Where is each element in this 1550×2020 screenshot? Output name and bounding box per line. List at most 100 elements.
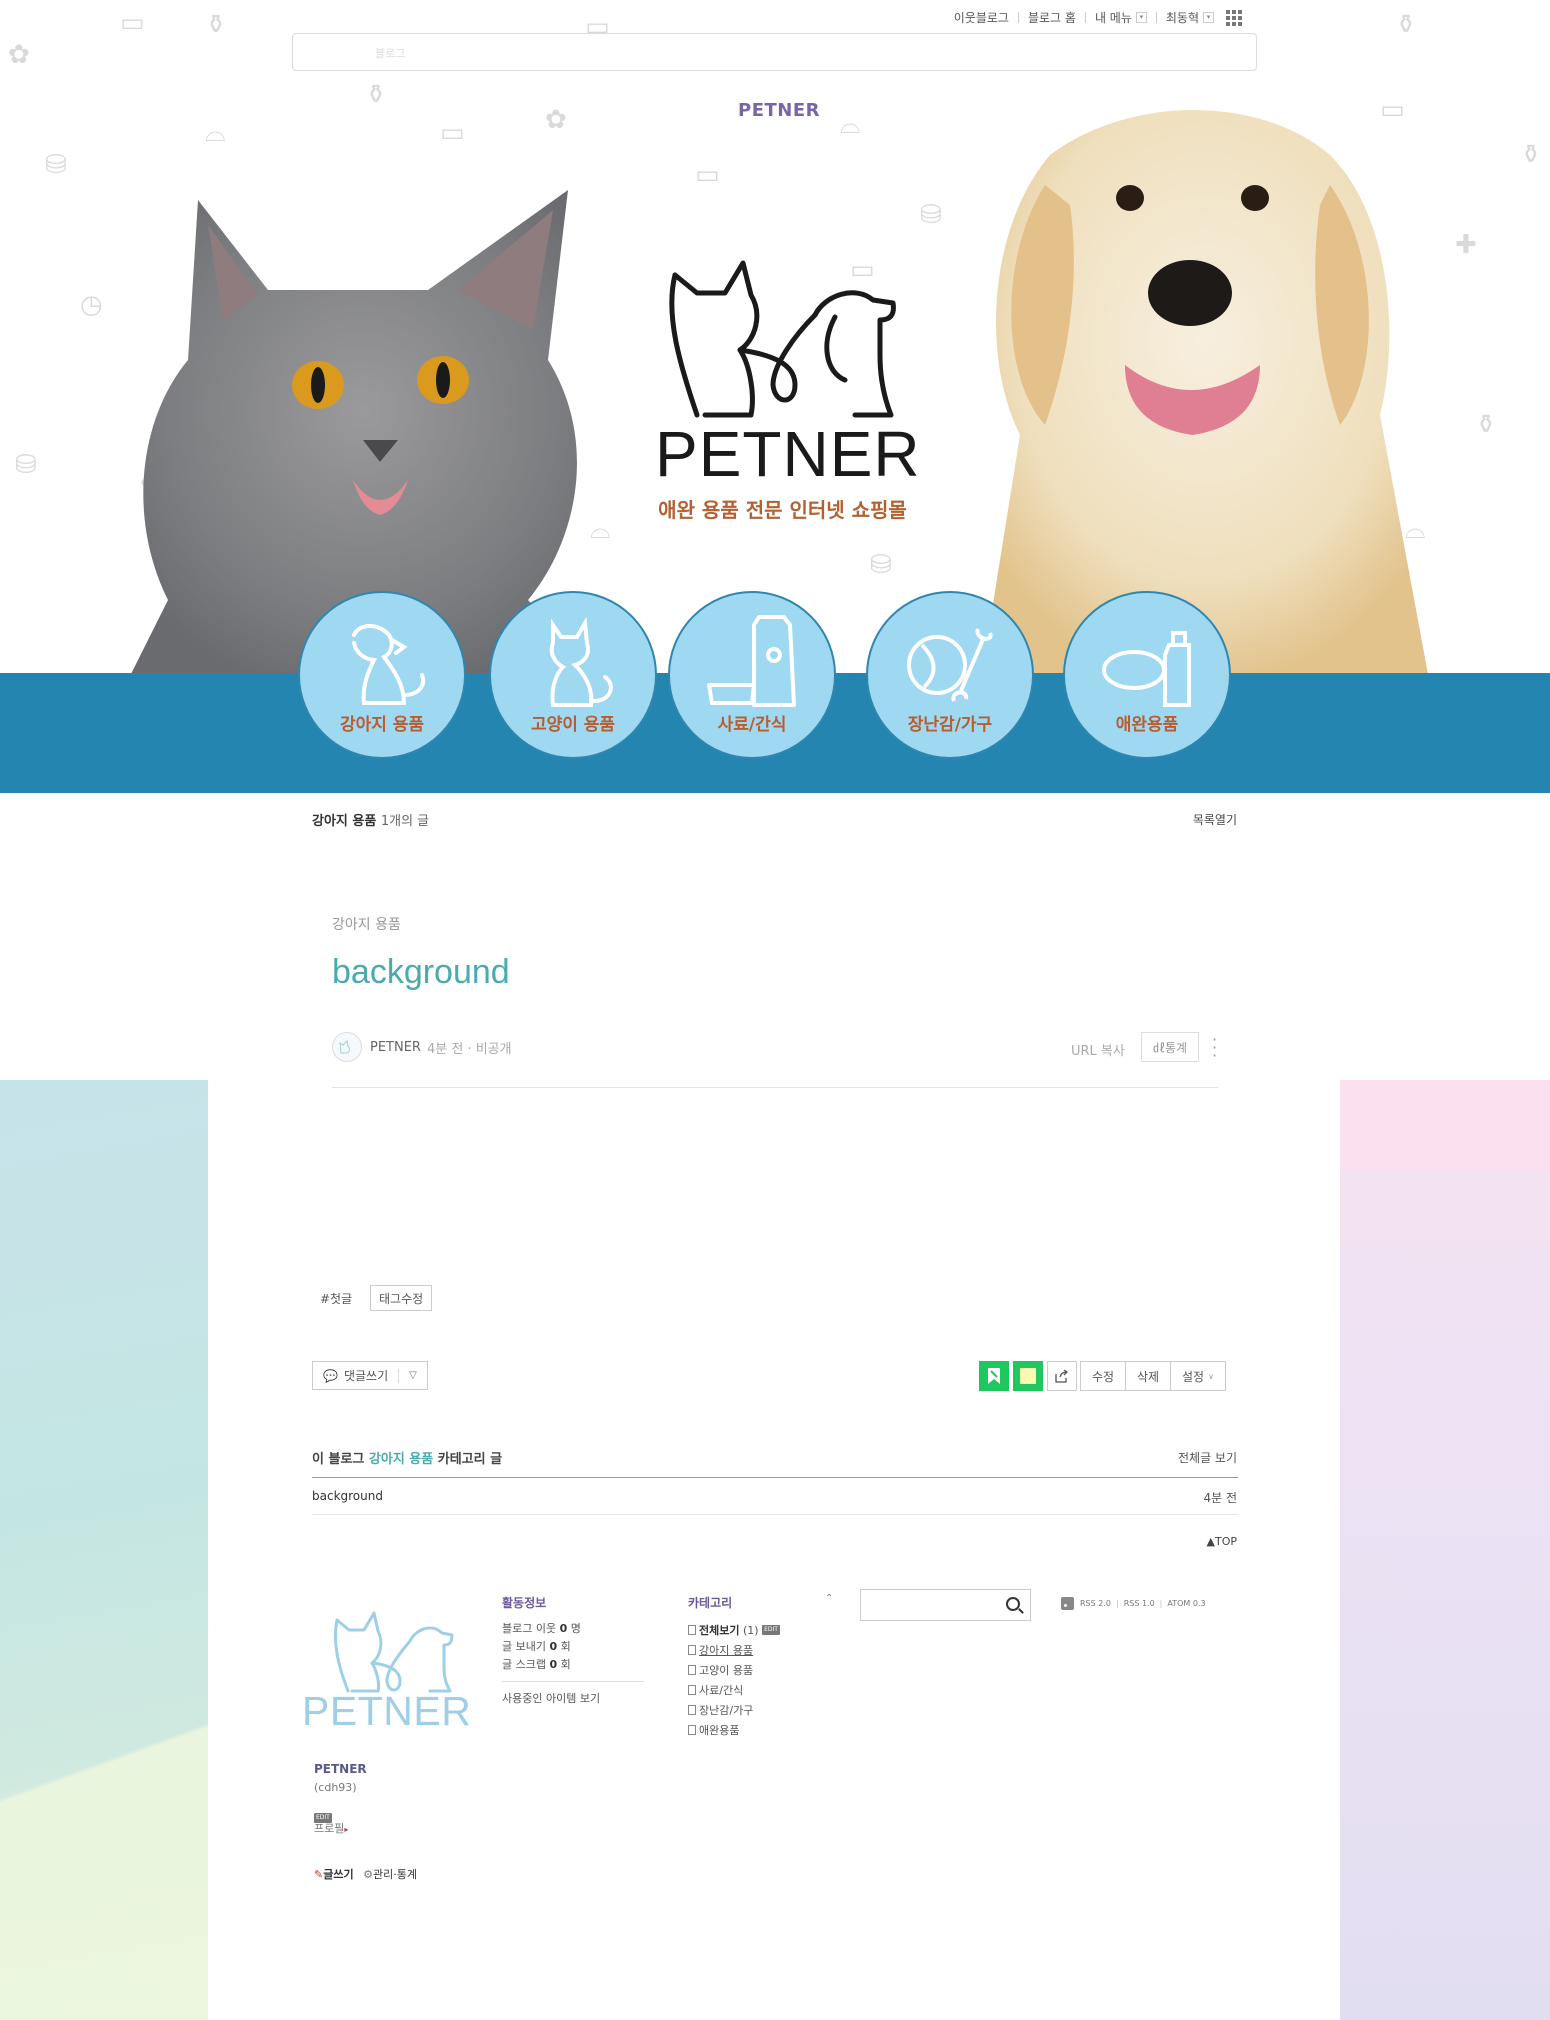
share-button[interactable] xyxy=(1047,1361,1077,1391)
category-circle-supplies[interactable]: 애완용품 xyxy=(1063,591,1231,759)
write-comment-button[interactable]: 💬 댓글쓰기 ▽ xyxy=(312,1361,428,1390)
delete-post-button[interactable]: 삭제 xyxy=(1125,1361,1171,1391)
document-icon xyxy=(688,1725,696,1735)
category-circle-cat[interactable]: 고양이 용품 xyxy=(489,591,657,759)
category-circle-dog[interactable]: 강아지 용품 xyxy=(298,591,466,759)
category-item-all[interactable]: 전체보기 (1) EDIT xyxy=(688,1620,780,1640)
dog-photo xyxy=(980,110,1430,685)
bone-icon: ▭ xyxy=(695,160,720,190)
left-background-panel xyxy=(0,1080,208,2020)
bookmark-icon xyxy=(988,1368,1000,1384)
pet-food-icon xyxy=(707,615,796,707)
search-icon[interactable] xyxy=(1006,1597,1020,1611)
profile-link[interactable]: 프로필▸ xyxy=(314,1820,348,1836)
current-category: 강아지 용품 xyxy=(312,814,377,829)
gear-icon: ⚙ xyxy=(363,1868,373,1881)
category-item[interactable]: 장난감/가구 xyxy=(688,1700,780,1720)
settings-label: 설정 xyxy=(1182,1369,1205,1384)
neighbor-blog-link[interactable]: 이웃블로그 xyxy=(954,9,1009,26)
write-manage-links: ✎글쓰기 ⚙관리·통계 xyxy=(314,1866,417,1882)
related-suffix: 카테고리 글 xyxy=(437,1452,503,1467)
rss2-link[interactable]: RSS 2.0 xyxy=(1080,1599,1111,1608)
manage-stats-link[interactable]: 관리·통계 xyxy=(373,1868,417,1881)
blog-home-link[interactable]: 블로그 홈 xyxy=(1028,9,1076,26)
bottle-icon: ⚱ xyxy=(1475,410,1497,440)
profile-logo-text: PETNER xyxy=(302,1688,472,1734)
more-options-icon[interactable]: · · · xyxy=(1212,1032,1217,1064)
divider xyxy=(1155,12,1157,23)
bowl-icon: ⌓ xyxy=(205,118,226,148)
divider xyxy=(332,1087,1218,1088)
category-item[interactable]: 강아지 용품 xyxy=(688,1640,780,1660)
activity-stats: 블로그 이웃 0 명 글 보내기 0 회 글 스크랩 0 회 xyxy=(502,1620,581,1674)
scroll-top-link[interactable]: ▲TOP xyxy=(1207,1535,1237,1548)
open-list-button[interactable]: 목록열기 xyxy=(1193,811,1237,828)
tag-edit-button[interactable]: 태그수정 xyxy=(370,1285,433,1311)
related-category-link[interactable]: 강아지 용품 xyxy=(369,1452,433,1467)
dog-icon xyxy=(352,624,425,705)
collapse-icon[interactable]: ⌃ xyxy=(825,1593,833,1604)
category-item-label: 강아지 용품 xyxy=(699,1644,754,1657)
document-icon xyxy=(688,1645,696,1655)
scraps-stat: 글 스크랩 0 회 xyxy=(502,1658,571,1671)
cat-icon xyxy=(549,616,613,707)
settings-button[interactable]: 설정 ∨ xyxy=(1170,1361,1226,1391)
category-list: 전체보기 (1) EDIT 강아지 용품 고양이 용품 사료/간식 장난감/가구… xyxy=(688,1620,780,1740)
avatar[interactable] xyxy=(332,1032,362,1062)
post-tag[interactable]: #첫글 xyxy=(312,1285,360,1311)
rss1-link[interactable]: RSS 1.0 xyxy=(1124,1599,1155,1608)
chevron-down-icon: ∨ xyxy=(1208,1371,1214,1381)
share-icon xyxy=(1055,1369,1069,1383)
stats-button[interactable]: ㎗통계 xyxy=(1141,1032,1199,1062)
chevron-down-icon[interactable]: ▽ xyxy=(409,1370,417,1381)
document-icon xyxy=(688,1625,696,1635)
apps-grid-icon[interactable] xyxy=(1226,9,1242,26)
category-item-label: 고양이 용품 xyxy=(699,1664,754,1677)
sidebar-search-input[interactable] xyxy=(860,1589,1031,1621)
category-label: 장난감/가구 xyxy=(907,715,993,735)
blog-title[interactable]: PETNER xyxy=(738,100,820,121)
edit-post-button[interactable]: 수정 xyxy=(1080,1361,1126,1391)
category-label: 애완용품 xyxy=(1115,715,1179,735)
category-item[interactable]: 애완용품 xyxy=(688,1720,780,1740)
category-heading: 강아지 용품 1개의 글 xyxy=(312,810,429,829)
profile-logo-mark xyxy=(333,1611,454,1693)
view-all-posts-link[interactable]: 전체글 보기 xyxy=(1178,1449,1237,1466)
memo-button[interactable] xyxy=(1013,1361,1043,1391)
post-author[interactable]: PETNER xyxy=(370,1040,421,1055)
profile-link-label: 프로필 xyxy=(314,1822,345,1835)
bookmark-button[interactable] xyxy=(979,1361,1009,1391)
clock-icon: ◷ xyxy=(80,290,103,320)
chevron-down-icon[interactable]: ▾ xyxy=(1135,12,1147,23)
category-circle-toys[interactable]: 장난감/가구 xyxy=(866,591,1034,759)
related-post-time: 4분 전 xyxy=(1203,1491,1237,1505)
bottle-icon: ⚱ xyxy=(1395,10,1417,40)
url-copy-button[interactable]: URL 복사 xyxy=(1071,1040,1125,1059)
blog-search-bar[interactable]: 블로그 xyxy=(292,33,1257,71)
post-category-link[interactable]: 강아지 용품 xyxy=(332,914,401,934)
my-menu-dropdown[interactable]: 내 메뉴 xyxy=(1095,9,1132,26)
category-all-label: 전체보기 xyxy=(699,1624,740,1637)
atom-link[interactable]: ATOM 0.3 xyxy=(1167,1599,1205,1608)
category-item-label: 장난감/가구 xyxy=(699,1704,754,1717)
post-title[interactable]: background xyxy=(332,953,510,992)
category-circle-food[interactable]: 사료/간식 xyxy=(668,591,836,759)
bottle-icon: ⚱ xyxy=(205,10,227,40)
post-count: 1개의 글 xyxy=(380,814,430,829)
top-utility-menu: 이웃블로그 블로그 홈 내 메뉴 ▾ 최동혁 ▾ xyxy=(954,9,1242,26)
write-post-link[interactable]: 글쓰기 xyxy=(323,1868,353,1881)
category-edit-button[interactable]: EDIT xyxy=(762,1625,780,1635)
category-item[interactable]: 고양이 용품 xyxy=(688,1660,780,1680)
profile-name[interactable]: PETNER xyxy=(314,1762,367,1776)
category-item-label: 애완용품 xyxy=(699,1724,740,1737)
bowl-icon: ⌓ xyxy=(840,110,861,140)
related-post-title[interactable]: background xyxy=(312,1489,383,1503)
user-menu-dropdown[interactable]: 최동혁 xyxy=(1166,9,1199,26)
chevron-down-icon[interactable]: ▾ xyxy=(1203,12,1214,23)
category-item[interactable]: 사료/간식 xyxy=(688,1680,780,1700)
category-item-label: 사료/간식 xyxy=(699,1684,744,1697)
category-count: (1) xyxy=(742,1623,759,1637)
view-items-link[interactable]: 사용중인 아이템 보기 xyxy=(502,1690,600,1706)
category-label: 고양이 용품 xyxy=(530,715,616,735)
right-background-band xyxy=(1340,1080,1550,1170)
